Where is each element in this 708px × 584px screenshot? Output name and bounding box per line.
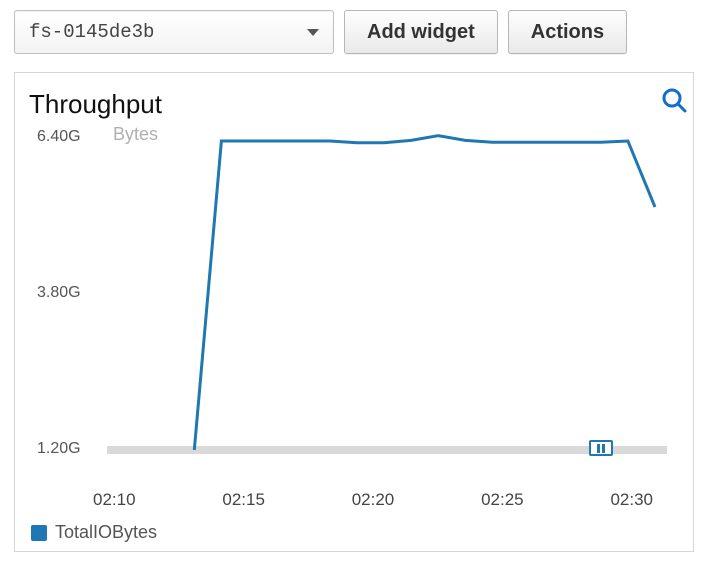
x-tick-label: 02:30 xyxy=(610,490,653,510)
filesystem-selector[interactable]: fs-0145de3b xyxy=(14,10,334,54)
filesystem-selector-value: fs-0145de3b xyxy=(29,21,154,43)
x-axis: 02:10 02:15 02:20 02:25 02:30 xyxy=(93,490,653,510)
x-tick-label: 02:20 xyxy=(352,490,395,510)
y-tick-label: 6.40G xyxy=(37,128,81,146)
x-tick-label: 02:15 xyxy=(222,490,265,510)
add-widget-button[interactable]: Add widget xyxy=(344,10,498,54)
actions-button[interactable]: Actions xyxy=(508,10,627,54)
chart-svg xyxy=(107,134,667,454)
x-tick-label: 02:10 xyxy=(93,490,136,510)
time-range-marker-icon[interactable] xyxy=(589,440,613,456)
x-tick-label: 02:25 xyxy=(481,490,524,510)
plot-area: Bytes 6.40G 3.80G 1.20G xyxy=(29,126,681,486)
y-tick-label: 1.20G xyxy=(37,440,81,458)
chevron-down-icon xyxy=(307,29,319,36)
throughput-chart-card: Throughput Bytes 6.40G 3.80G 1.20G 02:10… xyxy=(14,72,694,552)
expand-icon[interactable] xyxy=(661,87,687,113)
legend: TotalIOBytes xyxy=(31,522,681,543)
chart-title: Throughput xyxy=(29,89,681,120)
series-line-totaliobytes xyxy=(194,136,655,450)
legend-swatch-icon xyxy=(31,525,47,541)
toolbar: fs-0145de3b Add widget Actions xyxy=(14,10,694,54)
legend-label: TotalIOBytes xyxy=(55,522,157,543)
y-tick-label: 3.80G xyxy=(37,284,81,302)
